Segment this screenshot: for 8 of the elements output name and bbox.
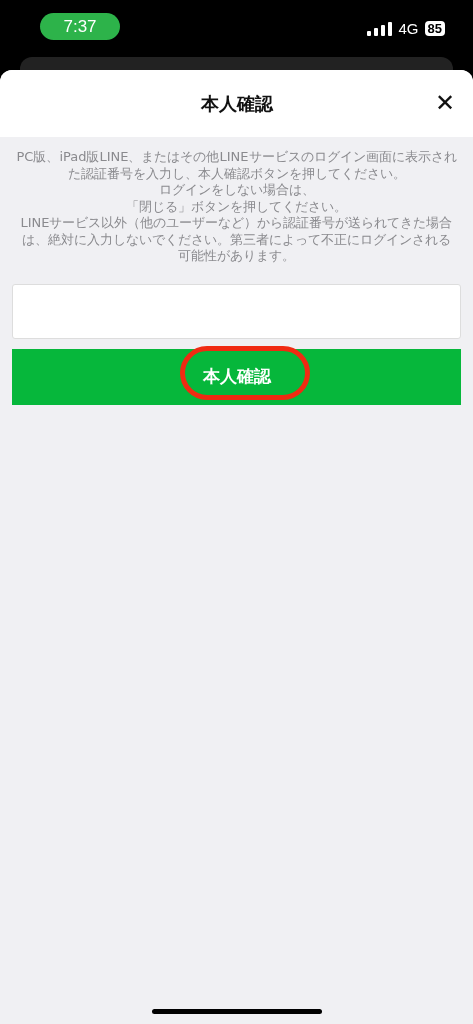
close-button[interactable]: ✕ [434,89,455,117]
code-input-field[interactable] [12,283,461,339]
signal-icon [366,21,393,36]
status-time: 7:37 [40,13,120,40]
dialog-title: 本人確認 [200,91,273,116]
instruction-text: PC版、iPad版LINE、またはその他LINEサービスのログイン画面に表示された認証番号を入力し、本人確認ボタンを押してください。 ログインをしない場合は、 「閉じる」ボタンを押してください。 LINEサービス以外（他のユーザーなど）から認証番号が送られてきた場合は、絶対に入力しないでください。第三者によって不正にログインされる可能性があります。 [16,149,457,265]
network-label: 4G [398,20,419,37]
battery-level: 85 [424,21,445,36]
